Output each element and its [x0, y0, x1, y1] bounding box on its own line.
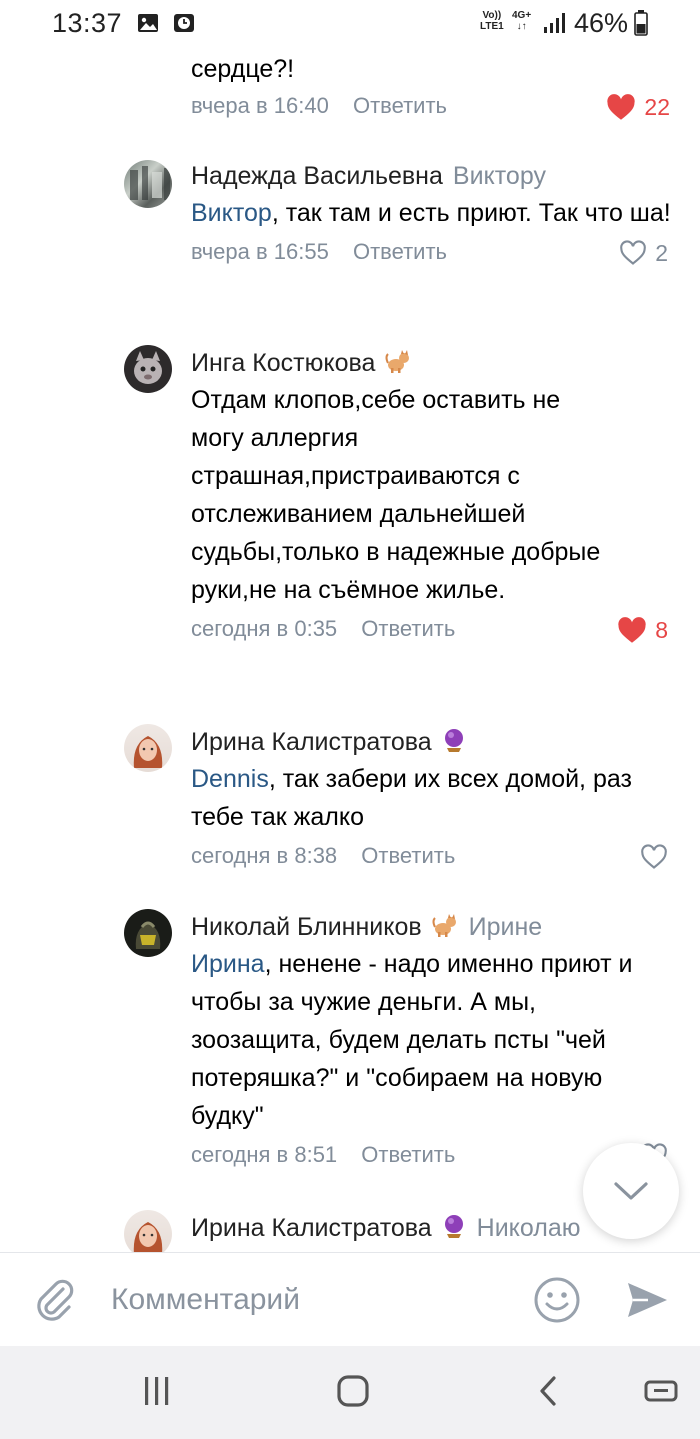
- cat-emoji-icon: [385, 350, 410, 373]
- mention-link[interactable]: Ирина: [191, 950, 265, 978]
- comment-time: сегодня в 0:35: [191, 616, 338, 641]
- paperclip-icon[interactable]: [32, 1277, 78, 1323]
- signal-icon: [544, 13, 565, 33]
- reply-button[interactable]: Ответить: [353, 239, 447, 264]
- like-count: 2: [655, 240, 668, 266]
- send-icon[interactable]: [624, 1279, 670, 1321]
- comment-text: Отдам клопов,себе оставить не могу аллер…: [191, 386, 601, 604]
- comment-author[interactable]: Инга Костюкова: [191, 349, 375, 377]
- like-button[interactable]: 2: [619, 238, 668, 268]
- like-button[interactable]: [640, 842, 668, 872]
- like-count: 22: [644, 94, 670, 120]
- reply-button[interactable]: Ответить: [361, 843, 455, 868]
- status-time: 13:37: [52, 8, 123, 38]
- heart-filled-icon: [618, 616, 646, 643]
- clock-icon: [174, 14, 194, 32]
- comment-input[interactable]: Комментарий: [111, 1283, 300, 1317]
- scroll-down-button[interactable]: [583, 1143, 679, 1239]
- comments-feed[interactable]: сердце?! вчера в 16:40 Ответить 22 Надеж…: [0, 48, 700, 1252]
- comment-text: Dennis, так забери их всех домой, раз те…: [191, 765, 632, 831]
- crystal-ball-emoji-icon: [444, 729, 463, 752]
- comment-author[interactable]: Ирина Калистратова: [191, 728, 432, 756]
- comment-author[interactable]: Ирина Калистратова: [191, 1214, 432, 1242]
- comment-composer: Комментарий: [0, 1252, 700, 1346]
- like-count: 8: [655, 617, 668, 643]
- avatar[interactable]: [124, 909, 172, 957]
- comment-text: Виктор, так там и есть приют. Так что ша…: [191, 199, 671, 227]
- like-button[interactable]: 22: [606, 92, 670, 122]
- heart-outline-icon: [620, 240, 646, 265]
- comment-time: вчера в 16:40: [191, 93, 329, 118]
- comment-text: сердце?!: [191, 55, 295, 83]
- volte-label: Vo)) LTE1: [480, 10, 504, 32]
- heart-outline-icon: [641, 844, 667, 869]
- cat-emoji-icon: [432, 914, 456, 937]
- comment-text: Ирина, ненене - надо именно приют и чтоб…: [191, 950, 633, 1130]
- like-button[interactable]: 8: [617, 615, 668, 645]
- avatar[interactable]: [124, 345, 172, 393]
- comment-time: сегодня в 8:51: [191, 1142, 338, 1167]
- system-nav-bar: [0, 1346, 700, 1439]
- chevron-down-icon: [614, 1182, 648, 1200]
- reply-to-label[interactable]: Ирине: [469, 913, 543, 941]
- avatar[interactable]: [124, 1210, 172, 1252]
- avatar[interactable]: [124, 724, 172, 772]
- reply-to-label[interactable]: Николаю: [477, 1214, 581, 1242]
- comment-author[interactable]: Николай Блинников: [191, 913, 422, 941]
- battery-percent: 46%: [574, 8, 629, 38]
- keyboard-toggle-icon[interactable]: [643, 1374, 679, 1408]
- recent-apps-icon[interactable]: [141, 1374, 173, 1408]
- mention-link[interactable]: Dennis: [191, 765, 269, 793]
- crystal-ball-emoji-icon: [444, 1215, 463, 1238]
- reply-button[interactable]: Ответить: [353, 93, 447, 118]
- comment-author[interactable]: Надежда Васильевна: [191, 162, 443, 190]
- comment-time: вчера в 16:55: [191, 239, 329, 264]
- comment-time: сегодня в 8:38: [191, 843, 338, 868]
- heart-filled-icon: [607, 93, 636, 120]
- reply-button[interactable]: Ответить: [361, 616, 455, 641]
- network-type-label: 4G+ ↓↑: [512, 10, 532, 32]
- reply-to-label[interactable]: Виктору: [453, 162, 546, 190]
- avatar[interactable]: [124, 160, 172, 208]
- back-icon[interactable]: [536, 1374, 560, 1408]
- emoji-icon[interactable]: [532, 1275, 582, 1325]
- mention-link[interactable]: Виктор: [191, 199, 272, 227]
- status-bar: 13:37 Vo)) LTE1 4G+ ↓↑ 46%: [0, 0, 700, 48]
- gallery-icon: [138, 14, 158, 32]
- reply-button[interactable]: Ответить: [361, 1142, 455, 1167]
- home-icon[interactable]: [336, 1374, 370, 1408]
- battery-icon: [634, 10, 648, 36]
